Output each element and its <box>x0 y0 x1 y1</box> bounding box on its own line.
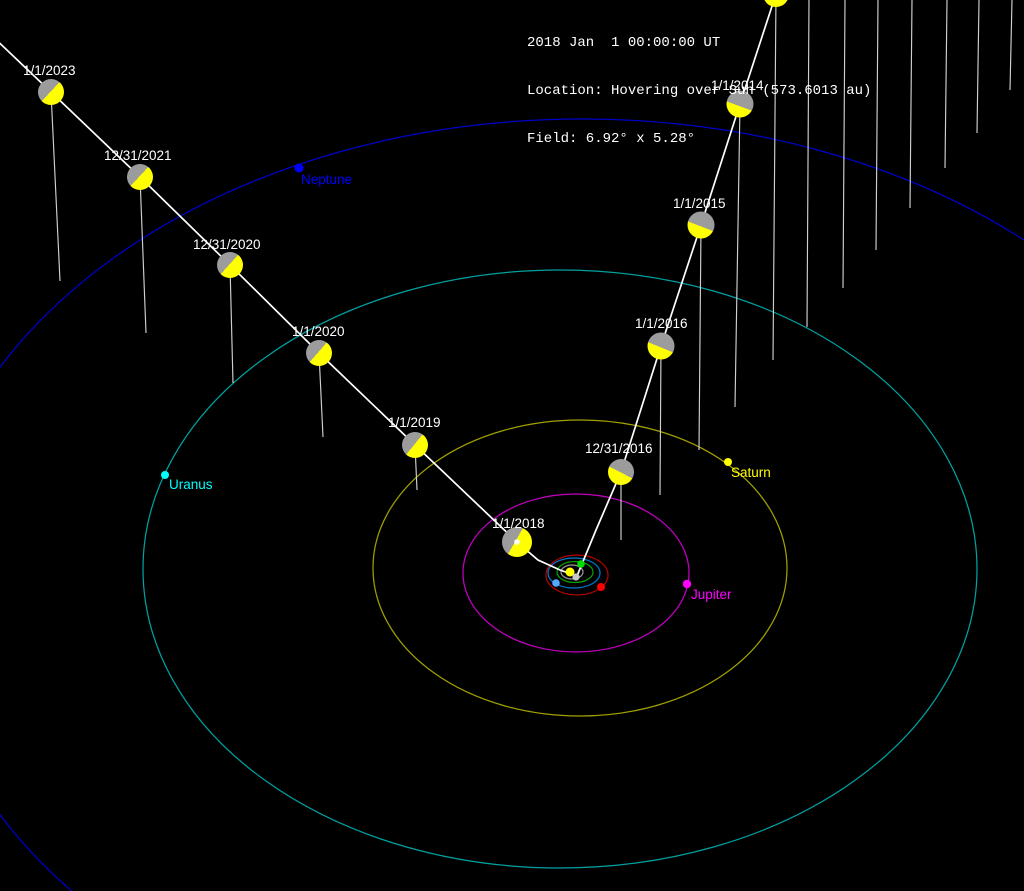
drop-line <box>910 0 912 208</box>
jupiter-label: Jupiter <box>691 587 732 602</box>
orbit-neptune <box>0 119 1024 891</box>
orbit-uranus <box>143 270 977 868</box>
comet-sphere <box>402 432 428 458</box>
header-location: Location: Hovering over Sun (573.6013 au… <box>527 83 871 99</box>
comet-date-label: 1/1/2023 <box>23 63 76 78</box>
drop-line <box>140 177 146 333</box>
drop-line <box>876 0 878 250</box>
saturn-label: Saturn <box>731 465 771 480</box>
planet-markers <box>161 164 732 592</box>
comet-date-label: 12/31/2020 <box>193 237 261 252</box>
solar-system-view: Jupiter Saturn Uranus Neptune 1/1/2023 12/31/… <box>0 0 1024 891</box>
comet-nucleus-dot <box>514 539 520 545</box>
comet-sphere <box>127 164 153 190</box>
comet-date-label: 12/31/2016 <box>585 441 653 456</box>
comet-date-label: 12/31/2021 <box>104 148 172 163</box>
drop-line <box>699 225 701 450</box>
neptune-label: Neptune <box>301 172 352 187</box>
drop-line <box>51 92 60 281</box>
venus-dot <box>577 560 585 568</box>
drop-line <box>1010 0 1012 90</box>
comet-sphere <box>306 340 332 366</box>
jupiter-dot <box>683 580 691 588</box>
mercury-dot <box>572 573 579 580</box>
earth-dot <box>552 579 560 587</box>
comet-date-label: 1/1/2020 <box>292 324 345 339</box>
status-header: 2018 Jan 1 00:00:00 UT Location: Hoverin… <box>527 3 871 179</box>
drop-line <box>230 265 233 383</box>
comet-date-label: 1/1/2015 <box>673 196 726 211</box>
comet-date-label: 1/1/2018 <box>492 516 545 531</box>
comet-sphere <box>217 252 243 278</box>
comet-date-label: 1/1/2016 <box>635 316 688 331</box>
drop-line <box>945 0 947 168</box>
planet-orbits <box>0 119 1024 891</box>
comet-sphere <box>608 459 634 485</box>
comet-date-label: 1/1/2019 <box>388 415 441 430</box>
header-datetime: 2018 Jan 1 00:00:00 UT <box>527 35 871 51</box>
drop-line <box>977 0 979 133</box>
header-field-of-view: Field: 6.92° x 5.28° <box>527 131 871 147</box>
uranus-label: Uranus <box>169 477 213 492</box>
comet-sphere <box>688 212 715 239</box>
uranus-dot <box>161 471 169 479</box>
drop-line <box>660 346 661 495</box>
mars-dot <box>597 583 605 591</box>
comet-sphere <box>38 79 64 105</box>
comet-sphere <box>648 333 675 360</box>
